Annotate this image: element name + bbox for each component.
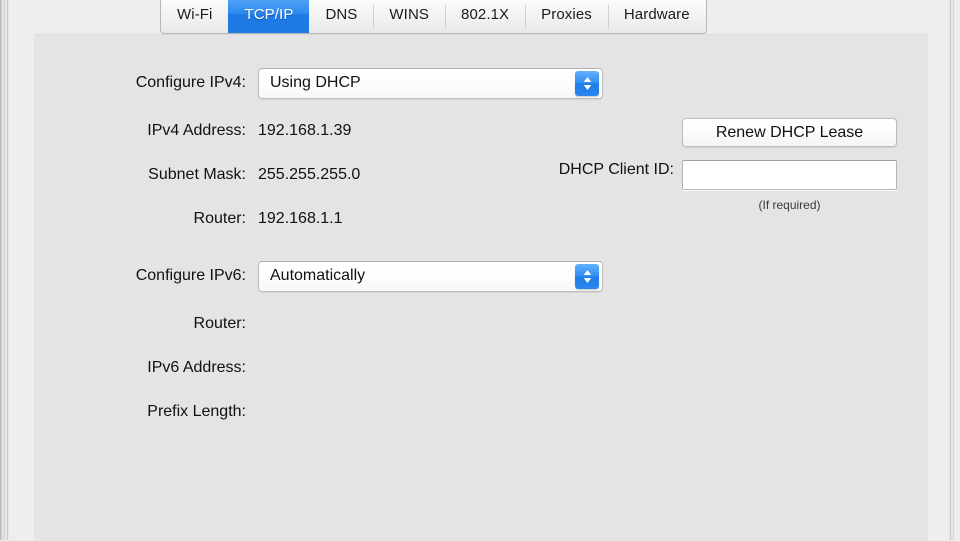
row-ipv4-address: IPv4 Address: 192.168.1.39	[34, 119, 351, 143]
settings-tab-bar: Wi-FiTCP/IPDNSWINS802.1XProxiesHardware	[160, 0, 707, 34]
tab-proxies[interactable]: Proxies	[525, 0, 608, 33]
ipv4-router-label: Router:	[34, 210, 258, 228]
ipv6-address-label: IPv6 Address:	[34, 359, 258, 377]
configure-ipv4-value: Using DHCP	[259, 74, 361, 92]
prefix-length-label: Prefix Length:	[34, 403, 258, 421]
tab-wifi[interactable]: Wi-Fi	[161, 0, 228, 33]
chevron-updown-icon[interactable]	[575, 264, 599, 289]
window-right-edge	[948, 0, 960, 540]
configure-ipv6-label: Configure IPv6:	[34, 267, 258, 285]
tab-hardware[interactable]: Hardware	[608, 0, 706, 33]
row-configure-ipv6: Configure IPv6: Automatically	[34, 264, 603, 288]
configure-ipv6-value: Automatically	[259, 267, 365, 285]
network-preferences-window: Configure IPv4: Using DHCP IPv4 Address:…	[0, 0, 960, 540]
tab-wins[interactable]: WINS	[373, 0, 445, 33]
tcpip-settings-panel: Configure IPv4: Using DHCP IPv4 Address:…	[34, 34, 928, 541]
row-configure-ipv4: Configure IPv4: Using DHCP	[34, 71, 603, 95]
row-ipv6-router: Router:	[34, 312, 258, 336]
row-ipv4-router: Router: 192.168.1.1	[34, 207, 343, 231]
configure-ipv6-popup[interactable]: Automatically	[258, 261, 603, 292]
configure-ipv4-popup[interactable]: Using DHCP	[258, 68, 603, 99]
subnet-mask-label: Subnet Mask:	[34, 166, 258, 184]
dhcp-client-id-input[interactable]	[683, 161, 896, 189]
chevron-updown-icon[interactable]	[575, 71, 599, 96]
ipv4-address-label: IPv4 Address:	[34, 122, 258, 140]
subnet-mask-value: 255.255.255.0	[258, 166, 360, 184]
ipv4-router-value: 192.168.1.1	[258, 210, 343, 228]
dhcp-client-id-field[interactable]	[682, 160, 897, 190]
renew-dhcp-lease-button[interactable]: Renew DHCP Lease	[682, 118, 897, 147]
row-ipv6-address: IPv6 Address:	[34, 356, 258, 380]
tab-8021x[interactable]: 802.1X	[445, 0, 525, 33]
ipv4-address-value: 192.168.1.39	[258, 122, 351, 140]
dhcp-client-id-label: DHCP Client ID:	[402, 161, 674, 179]
row-subnet-mask: Subnet Mask: 255.255.255.0	[34, 163, 360, 187]
tab-tcpip[interactable]: TCP/IP	[228, 0, 309, 33]
dhcp-client-id-hint: (If required)	[682, 198, 897, 212]
row-prefix-length: Prefix Length:	[34, 400, 258, 424]
configure-ipv4-label: Configure IPv4:	[34, 74, 258, 92]
window-left-edge	[0, 0, 9, 540]
ipv6-router-label: Router:	[34, 315, 258, 333]
tab-dns[interactable]: DNS	[309, 0, 373, 33]
